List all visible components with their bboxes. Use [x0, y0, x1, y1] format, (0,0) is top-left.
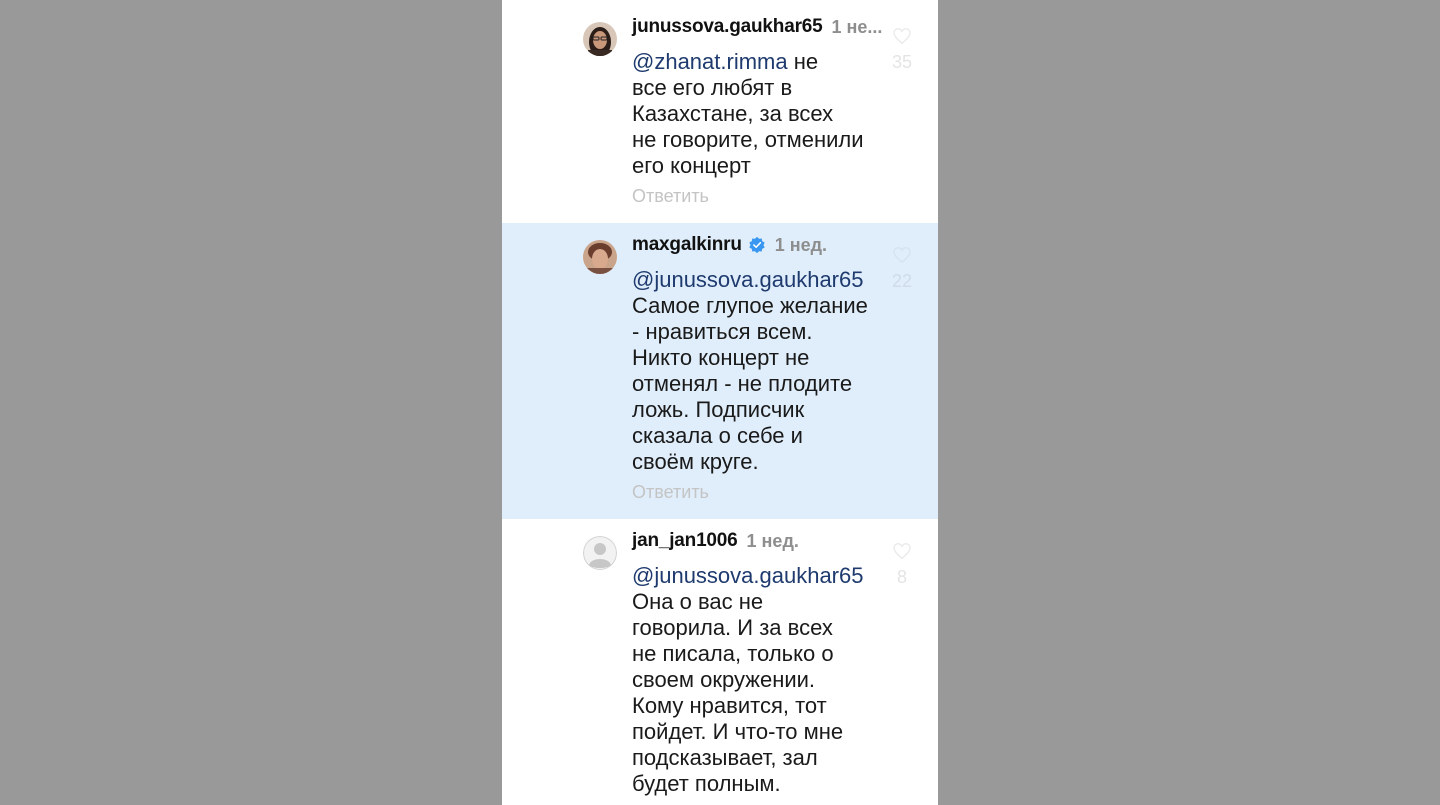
avatar[interactable] — [583, 240, 617, 274]
heart-icon[interactable] — [893, 247, 911, 263]
like-control: 35 — [887, 28, 917, 73]
mention-link[interactable]: @zhanat.rimma — [632, 49, 788, 74]
comment-line: Казахстане, за всех — [632, 101, 834, 126]
comments-panel: junussova.gaukhar65 1 не... @zhanat.rimm… — [502, 0, 938, 805]
comment-line: не — [793, 49, 819, 74]
reply-button[interactable]: Ответить — [632, 482, 709, 503]
comment-item-highlighted: maxgalkinru 1 нед. @junussova.gaukhar65 … — [502, 223, 938, 519]
timestamp: 1 нед. — [746, 530, 799, 551]
like-count: 22 — [891, 271, 913, 291]
comment-line: все его любят в — [632, 75, 793, 100]
comment-line: ложь. Подписчик — [632, 397, 805, 422]
like-control: 22 — [887, 247, 917, 292]
comment-meta: jan_jan1006 1 нед. — [632, 530, 799, 552]
comment-line: Кому нравится, тот — [632, 693, 827, 718]
comment-line: подсказывает, зал — [632, 745, 818, 770]
comment-text: @zhanat.rimma не все его любят в Казахст… — [632, 49, 882, 179]
comment-item: junussova.gaukhar65 1 не... @zhanat.rimm… — [502, 0, 938, 222]
comment-line: - нравиться всем. — [632, 319, 813, 344]
comment-line: не говорите, отменили — [632, 127, 864, 152]
like-control: 8 — [887, 543, 917, 588]
timestamp: 1 нед. — [774, 234, 828, 255]
comment-line: не писала, только о — [632, 641, 834, 666]
comment-line: сказала о себе и — [632, 423, 803, 448]
mention-link[interactable]: @junussova.gaukhar65 — [632, 563, 882, 589]
comment-line: Никто концерт не — [632, 345, 810, 370]
username[interactable]: jan_jan1006 — [632, 530, 738, 552]
comment-line: своём круге. — [632, 449, 759, 474]
comment-meta: maxgalkinru 1 нед. — [632, 234, 827, 256]
avatar[interactable] — [583, 22, 617, 56]
comment-line: отменял - не плодите — [632, 371, 853, 396]
username[interactable]: maxgalkinru — [632, 234, 742, 256]
comment-text: @junussova.gaukhar65 Самое глупое желани… — [632, 267, 882, 475]
comment-line: Она о вас не — [632, 589, 764, 614]
comment-line: Самое глупое желание — [632, 293, 868, 318]
like-count: 35 — [891, 52, 913, 72]
comment-line: пойдет. И что-то мне — [632, 719, 844, 744]
comment-meta: junussova.gaukhar65 1 не... — [632, 16, 882, 38]
username[interactable]: junussova.gaukhar65 — [632, 16, 823, 38]
default-avatar-icon[interactable] — [583, 536, 617, 570]
timestamp: 1 не... — [831, 16, 883, 37]
heart-icon[interactable] — [893, 543, 911, 559]
mention-link[interactable]: @junussova.gaukhar65 — [632, 267, 882, 293]
like-count: 8 — [896, 567, 907, 587]
comment-line: говорила. И за всех — [632, 615, 833, 640]
comment-line: его концерт — [632, 153, 751, 178]
comment-text: @junussova.gaukhar65 Она о вас не говори… — [632, 563, 882, 797]
comment-line: будет полным. — [632, 771, 781, 796]
verified-badge-icon — [748, 236, 766, 254]
comment-line: своем окружении. — [632, 667, 816, 692]
comment-item: jan_jan1006 1 нед. @junussova.gaukhar65 … — [502, 519, 938, 805]
heart-icon[interactable] — [893, 28, 911, 44]
reply-button[interactable]: Ответить — [632, 186, 709, 207]
